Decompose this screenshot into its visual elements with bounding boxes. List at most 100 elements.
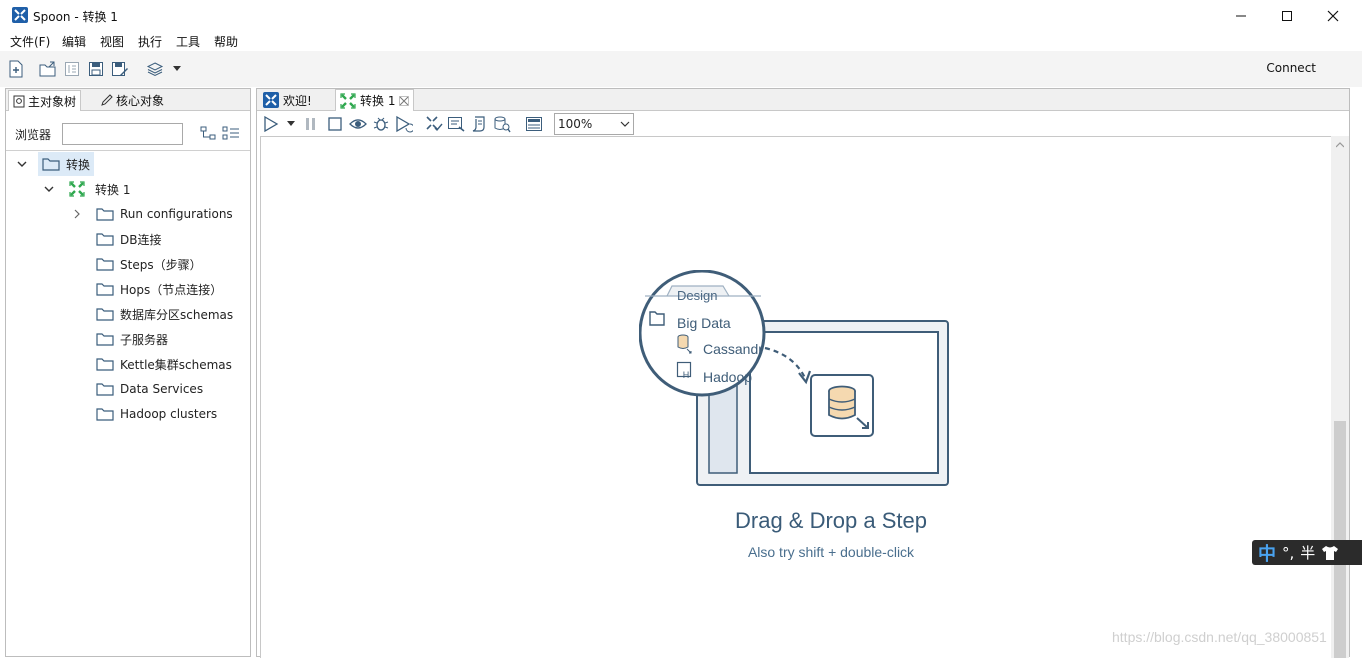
ime-punctuation[interactable]: °, (1282, 544, 1294, 562)
menu-help[interactable]: 帮助 (214, 33, 238, 50)
menu-edit[interactable]: 编辑 (62, 33, 86, 50)
folder-icon (96, 358, 114, 371)
watermark: https://blog.csdn.net/qq_38000851 (1112, 629, 1327, 645)
ime-width[interactable]: 半 (1300, 542, 1315, 563)
drag-drop-subtitle: Also try shift + double-click (747, 544, 915, 560)
tab-welcome[interactable]: 欢迎! (259, 89, 316, 111)
sql-icon[interactable] (470, 115, 488, 133)
tab-core-objects-label: 核心对象 (116, 94, 165, 108)
connect-button[interactable]: Connect (1266, 61, 1316, 75)
chevron-right-icon[interactable] (72, 208, 82, 220)
browser-search-input[interactable] (62, 123, 183, 145)
spoon-app-icon (12, 7, 28, 23)
vertical-scrollbar[interactable] (1331, 136, 1349, 658)
tree-item-run-configurations[interactable]: Run configurations (72, 202, 233, 226)
debug-bug-icon[interactable] (372, 115, 390, 133)
menu-tools[interactable]: 工具 (176, 33, 200, 50)
tab-main-tree[interactable]: 主对象树 (8, 90, 82, 111)
tab-transformation-label: 转换 1 (360, 94, 396, 108)
pencil-icon (101, 94, 113, 106)
tab-welcome-label: 欢迎! (283, 93, 312, 108)
scroll-up-icon[interactable] (1336, 142, 1344, 148)
tree-item-label: Kettle集群schemas (120, 357, 232, 372)
browser-row: 浏览器 (6, 113, 250, 151)
ime-status-bar[interactable]: 中 °, 半 (1252, 540, 1362, 565)
illustration-folder-label: Big Data (677, 315, 731, 331)
run-icon[interactable] (263, 116, 279, 132)
folder-icon (96, 383, 114, 396)
run-dropdown-icon[interactable] (287, 121, 295, 127)
new-file-icon[interactable] (6, 59, 26, 79)
folder-icon (96, 208, 114, 221)
tree-item-label: Steps（步骤） (120, 257, 202, 272)
drag-drop-title: Drag & Drop a Step (735, 508, 927, 533)
save-icon[interactable] (86, 59, 106, 79)
illustration-item-2: Hadoop (703, 369, 753, 385)
window-title: Spoon - 转换 1 (33, 10, 118, 24)
folder-icon (96, 283, 114, 296)
tree-item-label: Hadoop clusters (120, 407, 218, 421)
folder-icon (96, 408, 114, 421)
tree-item-slave-servers[interactable]: 子服务器 (96, 327, 168, 351)
close-tab-icon[interactable] (399, 95, 410, 106)
chevron-down-icon[interactable] (16, 158, 28, 170)
stop-icon[interactable] (327, 116, 343, 132)
tree-item-partition-schemas[interactable]: 数据库分区schemas (96, 302, 233, 326)
tree-item-cluster-schemas[interactable]: Kettle集群schemas (96, 352, 232, 376)
ime-skin-shirt-icon[interactable] (1321, 545, 1339, 561)
title-bar: Spoon - 转换 1 (0, 0, 1362, 31)
zoom-select[interactable]: 100% (554, 113, 634, 135)
tree-item-label: DB连接 (120, 232, 162, 247)
browser-label: 浏览器 (15, 128, 52, 142)
database-explore-icon[interactable] (493, 115, 511, 133)
transformation-icon (340, 92, 356, 109)
layers-icon[interactable] (145, 59, 165, 79)
tree-item-label: Data Services (120, 382, 204, 396)
replay-icon[interactable] (395, 115, 413, 133)
folder-icon (96, 258, 114, 271)
tab-transformation[interactable]: 转换 1 (335, 89, 415, 111)
expand-all-icon[interactable] (200, 126, 216, 140)
drag-drop-illustration (639, 270, 949, 486)
folder-icon (96, 333, 114, 346)
tree-item-db-connections[interactable]: DB连接 (96, 227, 161, 251)
tab-core-objects[interactable]: 核心对象 (96, 90, 168, 111)
left-tabs: 主对象树 核心对象 (6, 89, 250, 111)
menu-file[interactable]: 文件(F) (10, 33, 50, 50)
tree-item-root[interactable]: 转换 (16, 152, 95, 176)
main-toolbar: Connect (0, 51, 1362, 87)
transformation-canvas[interactable]: Design Big Data Cassandr H Hadoop Drag &… (260, 136, 1332, 658)
tree-item-trans[interactable]: 转换 1 (43, 177, 130, 201)
verify-icon[interactable] (425, 115, 443, 133)
editor-tabs: 欢迎! 转换 1 (257, 89, 1349, 111)
tree-item-data-services[interactable]: Data Services (96, 377, 203, 401)
minimize-button[interactable] (1218, 0, 1264, 31)
ime-mode[interactable]: 中 (1258, 540, 1276, 566)
collapse-all-icon[interactable] (222, 126, 240, 140)
maximize-button[interactable] (1264, 0, 1310, 31)
preview-eye-icon[interactable] (349, 116, 367, 132)
tab-main-tree-label: 主对象树 (28, 94, 77, 109)
menu-run[interactable]: 执行 (138, 33, 162, 50)
tree-item-hops[interactable]: Hops（节点连接） (96, 277, 222, 301)
transformation-icon (69, 181, 85, 197)
impact-icon[interactable] (447, 115, 465, 133)
transformation-toolbar: 100% (257, 112, 1349, 136)
left-panel: 主对象树 核心对象 浏览器 转换 转换 1 Run configurations (5, 88, 251, 657)
close-button[interactable] (1310, 0, 1356, 31)
tree-item-label: 子服务器 (120, 332, 169, 347)
main-tree-icon (13, 95, 25, 107)
menu-view[interactable]: 视图 (100, 33, 124, 50)
tree-item-label: 转换 1 (95, 182, 131, 197)
chevron-down-icon[interactable] (43, 183, 55, 195)
open-folder-icon[interactable] (38, 59, 58, 79)
layers-dropdown-icon[interactable] (170, 59, 184, 79)
show-results-icon[interactable] (525, 115, 543, 133)
tree-item-steps[interactable]: Steps（步骤） (96, 252, 202, 276)
explore-repository-icon[interactable] (62, 59, 82, 79)
illustration-item-1: Cassandr (703, 341, 763, 357)
save-as-icon[interactable] (110, 59, 130, 79)
spoon-icon (263, 92, 279, 108)
pause-icon[interactable] (304, 116, 318, 132)
tree-item-hadoop-clusters[interactable]: Hadoop clusters (96, 402, 217, 426)
